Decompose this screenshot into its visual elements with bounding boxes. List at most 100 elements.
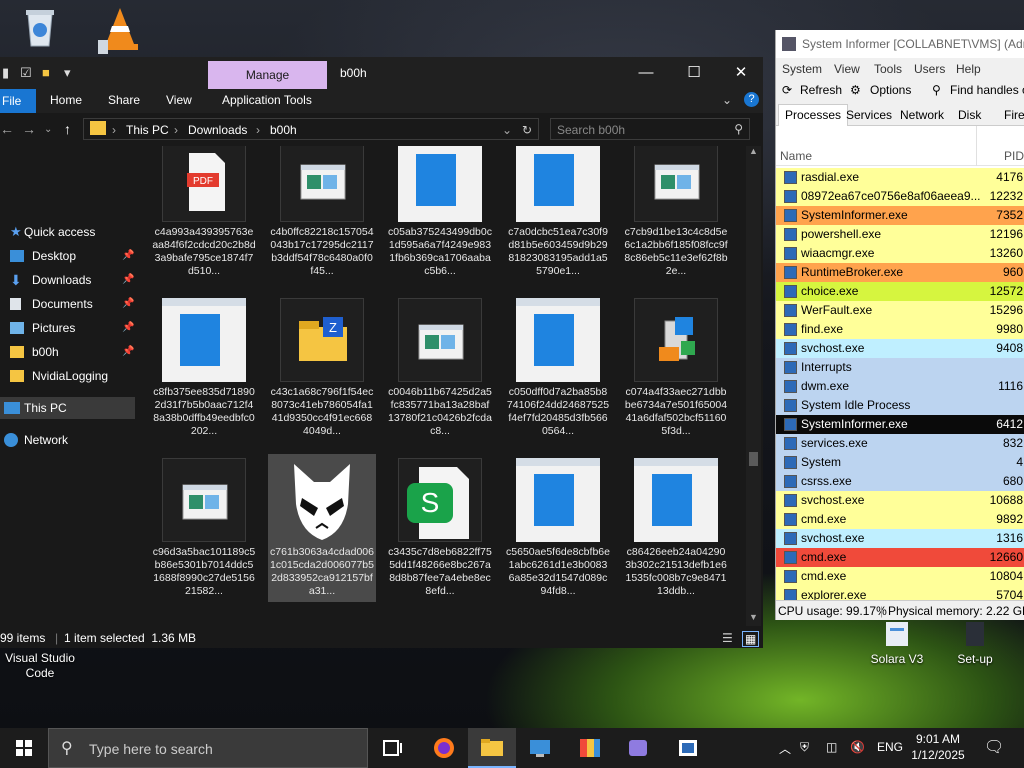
- tab-firewall[interactable]: Fire: [1004, 108, 1024, 122]
- network-app-icon[interactable]: [516, 728, 564, 768]
- menu-system[interactable]: System: [782, 62, 822, 76]
- search-input[interactable]: Search b00h ⚲: [550, 118, 750, 140]
- process-row[interactable]: svchost.exe 1316: [776, 529, 1024, 548]
- file-item[interactable]: c5650ae5f6de8cbfb6e1abc6261d1e3b00836a85…: [504, 454, 612, 602]
- details-view-icon[interactable]: ☰: [722, 631, 733, 645]
- nav-quick-access[interactable]: ★ Quick access: [0, 221, 135, 243]
- process-row[interactable]: find.exe 9980: [776, 320, 1024, 339]
- file-item[interactable]: c86426eeb24a042903b302c21513defb1e61535f…: [622, 454, 730, 602]
- tab-services[interactable]: Services: [846, 108, 892, 122]
- file-item[interactable]: Sc3435c7d8eb6822ff755dd1f48266e8bc267a8d…: [386, 454, 494, 602]
- find-handles-button[interactable]: Find handles o: [950, 83, 1024, 97]
- start-button[interactable]: [0, 728, 48, 768]
- large-icons-view-icon[interactable]: ▦: [742, 631, 760, 647]
- menu-view[interactable]: View: [834, 62, 860, 76]
- tab-application-tools[interactable]: Application Tools: [222, 93, 312, 107]
- tab-home[interactable]: Home: [50, 93, 82, 107]
- file-item[interactable]: c7cb9d1be13c4c8d5e6c1a2bb6f185f08fcc9f8c…: [622, 146, 730, 282]
- process-row[interactable]: SystemInformer.exe 7352: [776, 206, 1024, 225]
- nav-documents[interactable]: Documents 📌: [0, 293, 135, 315]
- pin-icon[interactable]: 📌: [122, 269, 134, 291]
- process-row[interactable]: System Idle Process: [776, 396, 1024, 415]
- process-row[interactable]: rasdial.exe 4176: [776, 168, 1024, 187]
- column-pid[interactable]: PID: [1004, 149, 1024, 163]
- address-dropdown-icon[interactable]: ⌄: [502, 123, 512, 137]
- process-row[interactable]: cmd.exe 10804: [776, 567, 1024, 586]
- file-item[interactable]: c96d3a5bac101189c5b86e5301b7014ddc51688f…: [150, 454, 258, 602]
- tab-view[interactable]: View: [166, 93, 192, 107]
- column-separator[interactable]: [976, 126, 977, 166]
- scroll-up-icon[interactable]: ▲: [749, 146, 758, 156]
- breadcrumb-downloads[interactable]: Downloads: [188, 123, 247, 137]
- nav-desktop[interactable]: Desktop 📌: [0, 245, 135, 267]
- nav-pictures[interactable]: Pictures 📌: [0, 317, 135, 339]
- file-item[interactable]: c05ab375243499db0c1d595a6a7f4249e9831fb6…: [386, 146, 494, 282]
- file-item[interactable]: c074a4f33aec271dbbbe6734a7e501f6500441a6…: [622, 294, 730, 442]
- process-row[interactable]: csrss.exe 680: [776, 472, 1024, 491]
- tab-file[interactable]: File: [0, 89, 36, 113]
- process-row[interactable]: Interrupts: [776, 358, 1024, 377]
- file-item[interactable]: c761b3063a4cdad0061c015cda2d006077b52d83…: [268, 454, 376, 602]
- up-arrow-icon[interactable]: ↑: [64, 121, 71, 137]
- process-row[interactable]: 08972ea67ce0756e8af06aeea9... 12232: [776, 187, 1024, 206]
- file-item[interactable]: c0046b11b67425d2a5fc835771ba13a28baf1378…: [386, 294, 494, 442]
- file-explorer-taskbar-icon[interactable]: [468, 728, 516, 768]
- folder-icon[interactable]: ■: [42, 65, 50, 80]
- address-bar[interactable]: › This PC › Downloads › b00h ⌄ ↻: [83, 118, 539, 140]
- process-row[interactable]: svchost.exe 9408: [776, 339, 1024, 358]
- show-hidden-icons-icon[interactable]: ︿: [779, 740, 791, 757]
- nav-network[interactable]: Network: [0, 429, 135, 451]
- quick-access-dropdown-icon[interactable]: ▾: [64, 65, 71, 81]
- process-row[interactable]: cmd.exe 9892: [776, 510, 1024, 529]
- refresh-button[interactable]: Refresh: [800, 83, 842, 97]
- process-row[interactable]: choice.exe 12572: [776, 282, 1024, 301]
- wifi-icon[interactable]: ◫: [826, 740, 837, 754]
- nav-downloads[interactable]: ⬇ Downloads 📌: [0, 269, 135, 291]
- properties-icon[interactable]: ▮: [2, 65, 9, 81]
- process-row[interactable]: RuntimeBroker.exe 960: [776, 263, 1024, 282]
- file-item[interactable]: c050dff0d7a2ba85b874106f24dd24687525f4ef…: [504, 294, 612, 442]
- file-item[interactable]: PDF c4a993a439395763eaa84f6f2cdcd20c2b8d3…: [150, 146, 258, 282]
- menu-help[interactable]: Help: [956, 62, 981, 76]
- minimize-icon[interactable]: —: [626, 61, 666, 85]
- maximize-icon[interactable]: ☐: [674, 61, 714, 85]
- chevron-right-icon[interactable]: ›: [112, 123, 116, 137]
- file-item[interactable]: c8fb375ee835d718902d31f7b5b0aac712f48a38…: [150, 294, 258, 442]
- process-row[interactable]: explorer.exe 5704: [776, 586, 1024, 600]
- chevron-right-icon[interactable]: ›: [256, 123, 260, 137]
- breadcrumb-b00h[interactable]: b00h: [270, 123, 297, 137]
- process-row[interactable]: wiaacmgr.exe 13260: [776, 244, 1024, 263]
- breadcrumb-this-pc[interactable]: This PC: [126, 123, 169, 137]
- speaker-muted-icon[interactable]: 🔇: [850, 740, 865, 754]
- scroll-down-icon[interactable]: ▼: [749, 612, 758, 622]
- process-row[interactable]: cmd.exe 12660: [776, 548, 1024, 567]
- back-arrow-icon[interactable]: ←: [0, 121, 14, 137]
- process-row[interactable]: services.exe 832: [776, 434, 1024, 453]
- nav-nvidialogging[interactable]: NvidiaLogging: [0, 365, 135, 387]
- tab-disk[interactable]: Disk: [958, 108, 981, 122]
- process-row[interactable]: dwm.exe 1116: [776, 377, 1024, 396]
- process-row[interactable]: svchost.exe 10688: [776, 491, 1024, 510]
- process-row[interactable]: System 4: [776, 453, 1024, 472]
- file-item[interactable]: c7a0dcbc51ea7c30f9d81b5e603459d9b2981823…: [504, 146, 612, 282]
- checkmark-icon[interactable]: ☑: [20, 65, 32, 81]
- nav-b00h[interactable]: b00h 📌: [0, 341, 135, 363]
- file-item[interactable]: Zc43c1a68c796f1f54ec8073c41eb786054fa141…: [268, 294, 376, 442]
- process-row[interactable]: WerFault.exe 15296: [776, 301, 1024, 320]
- forward-arrow-icon[interactable]: →: [22, 121, 36, 137]
- column-name[interactable]: Name: [780, 149, 812, 163]
- process-row[interactable]: powershell.exe 12196: [776, 225, 1024, 244]
- refresh-icon[interactable]: ↻: [522, 123, 532, 137]
- menu-tools[interactable]: Tools: [874, 62, 902, 76]
- purple-app-icon[interactable]: [614, 728, 662, 768]
- system-informer-taskbar-icon[interactable]: [664, 728, 712, 768]
- clock[interactable]: 9:01 AM 1/12/2025: [903, 731, 973, 763]
- pin-icon[interactable]: 📌: [122, 245, 134, 267]
- options-button[interactable]: Options: [870, 83, 911, 97]
- tab-network[interactable]: Network: [900, 108, 944, 122]
- colorful-app-icon[interactable]: [566, 728, 614, 768]
- recycle-bin-icon[interactable]: [14, 6, 66, 54]
- tab-share[interactable]: Share: [108, 93, 140, 107]
- scrollbar-thumb[interactable]: [749, 452, 758, 466]
- manage-tab[interactable]: Manage: [208, 61, 327, 89]
